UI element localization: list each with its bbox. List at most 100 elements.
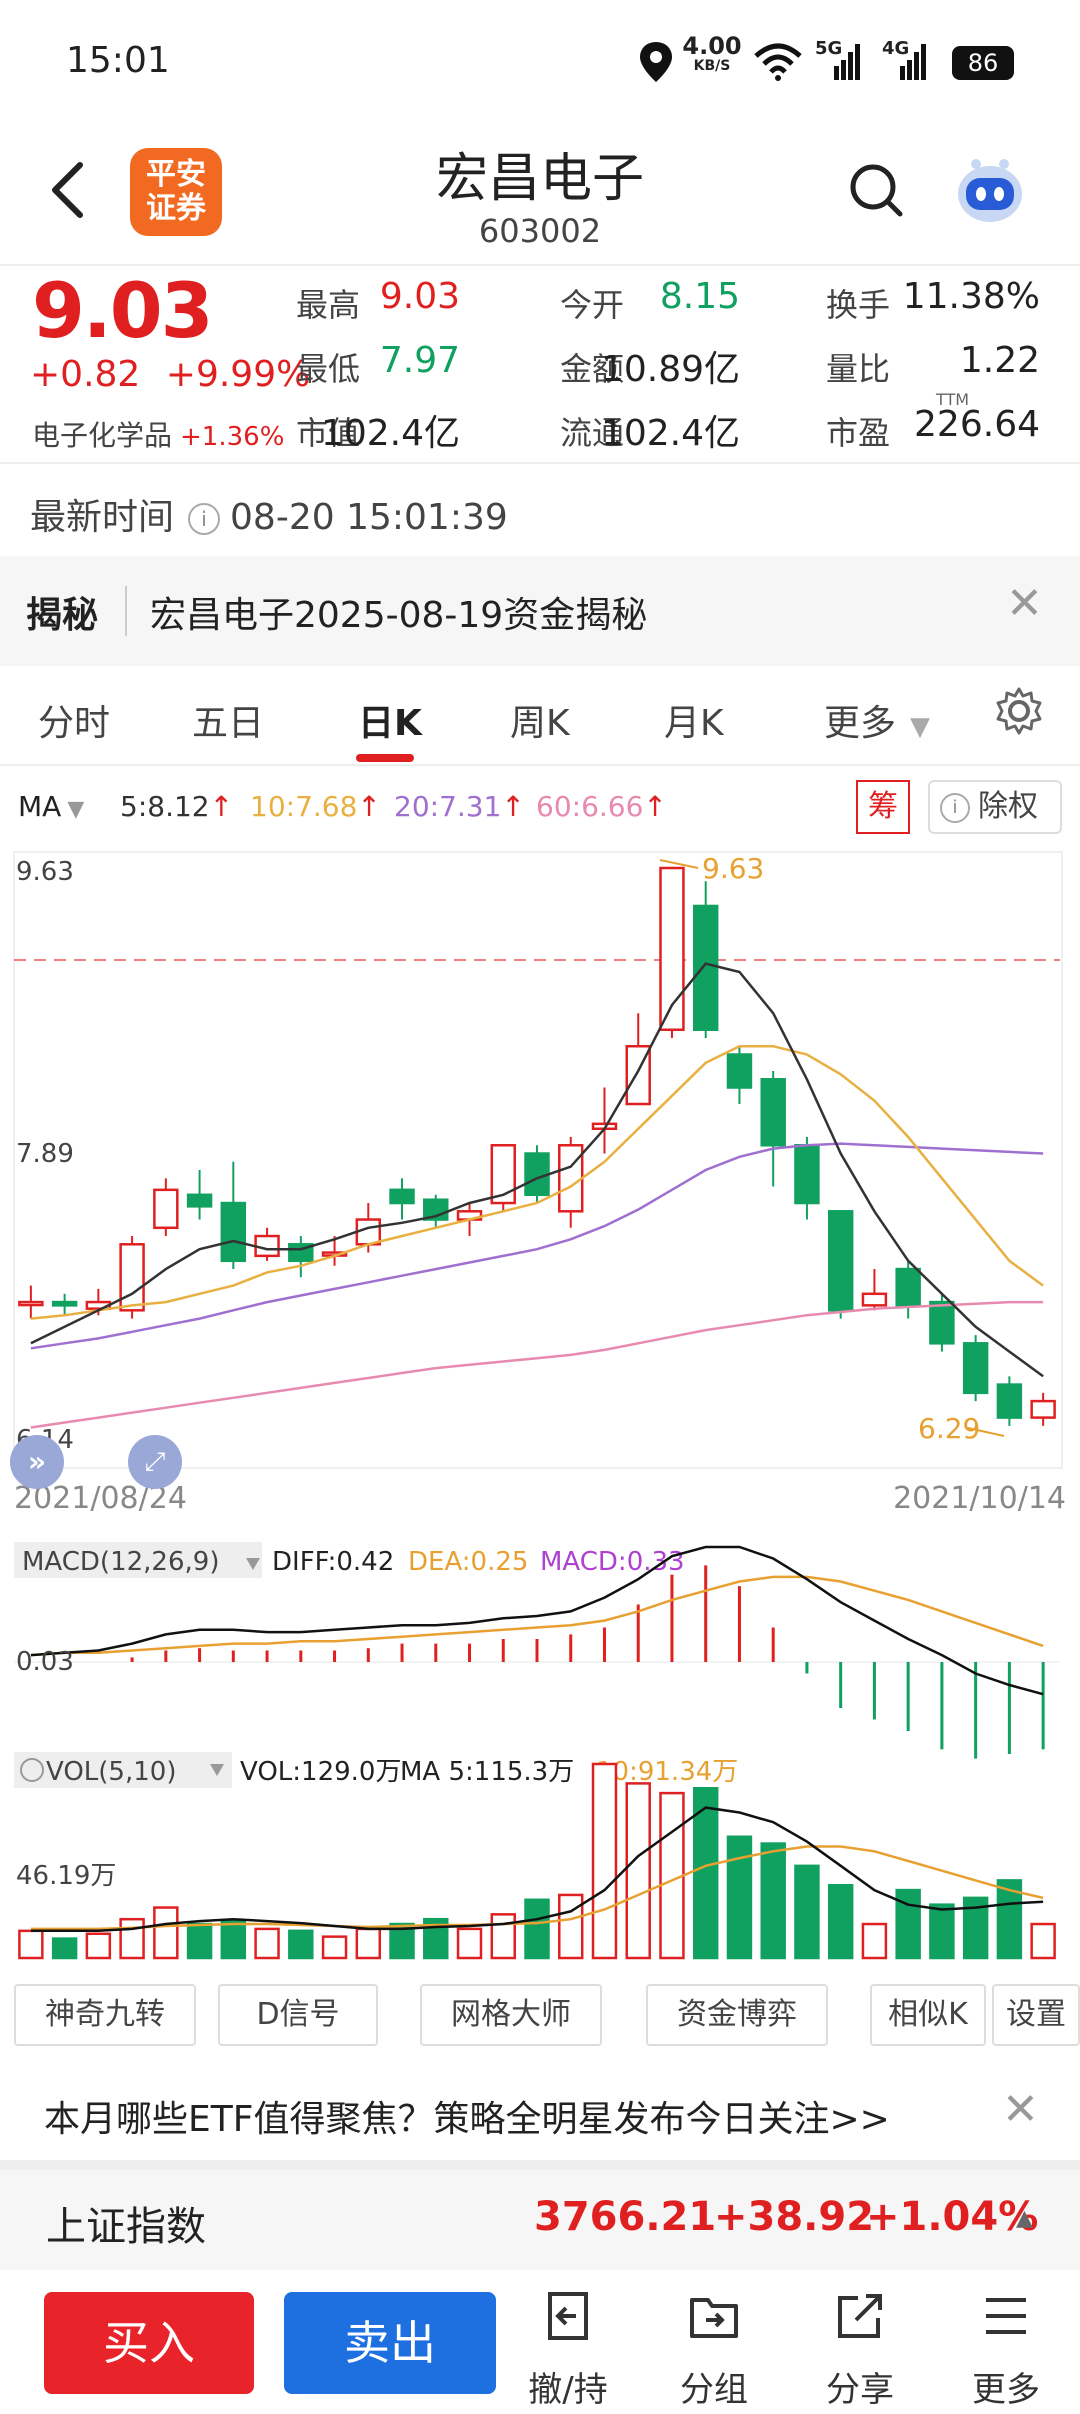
volume-bar [524,1898,550,1960]
stock-name: 宏昌电子 [435,149,644,209]
volume-bar [558,1893,584,1960]
battery-icon: 86 [952,46,1014,80]
chart-tabs: 分时 五日 日K 周K 月K 更多 ▼ [0,666,1080,766]
ma5-text: 5:8.12 [120,790,210,823]
more-button[interactable]: 更多 [956,2288,1056,2411]
ma10-text: 10:7.68 [250,790,358,823]
share-button[interactable]: 分享 [810,2288,910,2411]
volume-bar [760,1842,786,1960]
kline-chart[interactable]: 9.637.896.149.636.292021/08/242021/10/14… [0,836,1080,1976]
quote-value: 226.64 [914,404,1040,445]
volume-bar [254,1927,280,1960]
tab-daily-k[interactable]: 日K [358,694,422,746]
candle-body [254,1234,280,1258]
y-axis-max: 9.63 [16,857,74,887]
candle-body [558,1144,584,1213]
candle-body [692,904,719,1031]
macd-diff: DIFF:0.42 [272,1547,394,1577]
volume-bar [490,1913,516,1960]
volume-bar [153,1906,179,1960]
reveal-text: 宏昌电子2025-08-19资金揭秘 [150,595,648,636]
feature-d-signal[interactable]: D信号 [218,1984,378,2046]
sell-button[interactable]: 卖出 [284,2292,496,2394]
quote-value: 102.4亿 [320,413,460,454]
volume-bar [220,1919,247,1960]
quote-value: 7.97 [379,340,460,381]
expand-left-icon[interactable]: » [10,1435,64,1489]
y-axis-mid: 7.89 [16,1139,74,1169]
candle-body [726,1053,753,1089]
gear-icon[interactable] [994,686,1044,736]
exright-button[interactable]: i 除权 [928,780,1062,834]
feature-similar-k[interactable]: 相似K [870,1984,986,2046]
volume-bar [625,1782,651,1960]
close-icon[interactable]: ✕ [1002,2084,1039,2135]
chevron-down-icon: ▼ [67,797,85,822]
feature-nine-turn[interactable]: 神奇九转 [14,1984,196,2046]
status-time: 15:01 [66,40,170,81]
active-tab-indicator [356,754,414,762]
cancel-hold-button[interactable]: 撤/持 [518,2288,618,2411]
candle-body [1030,1399,1056,1419]
signal-5g-icon [834,44,860,80]
net-speed-value: 4.00 [682,32,742,60]
chip-button[interactable]: 筹 [856,780,910,834]
tab-intraday[interactable]: 分时 [38,694,110,746]
ai-robot-icon[interactable] [950,152,1030,228]
arrow-up-icon: ↑ [501,790,525,823]
signal-4g-icon [900,44,926,80]
cancel-hold-label: 撤/持 [528,2370,608,2410]
candle-body [389,1188,415,1205]
tab-five-day[interactable]: 五日 [192,694,264,746]
index-percent: +1.04% [866,2194,1039,2240]
wifi-icon [754,43,802,81]
arrow-up-icon: ↑ [357,790,381,823]
index-bar[interactable]: 上证指数 3766.21 +38.92 +1.04% ▲ [0,2170,1080,2270]
volume-bar [456,1927,483,1960]
sector-tag[interactable]: 电子化学品 +1.36% [32,414,284,454]
volume-bar [321,1935,348,1960]
bottom-bar: 买入 卖出 撤/持 分组 分享 更多 [0,2270,1080,2414]
candle-body [524,1152,550,1197]
exright-label: 除权 [978,789,1038,824]
folder-icon [690,2298,738,2338]
search-icon[interactable] [846,160,906,222]
candle-body [827,1210,854,1312]
vol-ma5: MA 5:115.3万 [400,1757,574,1787]
group-button[interactable]: 分组 [664,2288,764,2411]
tabs-divider [0,764,1080,766]
buy-button[interactable]: 买入 [44,2292,254,2394]
feature-grid-master[interactable]: 网格大师 [420,1984,602,2046]
macd-label: MACD(12,26,9) [22,1547,219,1577]
net-speed: 4.00 KB/S [682,32,742,76]
feature-settings[interactable]: 设置 [992,1984,1080,2046]
quote-value: 9.03 [379,276,460,317]
volume-bar [1030,1922,1056,1960]
fullscreen-icon[interactable]: ⤢ [128,1435,182,1489]
volume-bar [726,1835,753,1960]
chevron-up-icon[interactable]: ▲ [1016,2206,1033,2231]
ma5-value: 5:8.12↑ [120,790,233,823]
update-timestamp: 08-20 15:01:39 [230,497,508,538]
ma-selector[interactable]: MA ▼ [18,790,84,823]
candle-body [861,1292,888,1307]
tab-monthly-k[interactable]: 月K [664,694,724,746]
volume-bar [186,1922,213,1960]
volume-bar [591,1762,618,1960]
volume-bar [827,1884,854,1960]
info-icon[interactable]: i [188,503,221,535]
stock-code: 603002 [478,212,602,250]
battery-level: 86 [967,49,999,77]
index-change: +38.92 [714,2194,875,2240]
chevron-down-icon: ▼ [910,712,931,742]
tab-more[interactable]: 更多 ▼ [824,694,930,746]
fund-reveal-banner[interactable]: 揭秘 宏昌电子2025-08-19资金揭秘 ✕ [0,556,1080,666]
promo-banner[interactable]: 本月哪些ETF值得聚焦？策略全明星发布今日关注>> ✕ [0,2070,1080,2160]
more-label: 更多 [972,2370,1040,2410]
tab-weekly-k[interactable]: 周K [510,694,570,746]
location-icon [640,42,672,82]
feature-fund-game[interactable]: 资金博弈 [646,1984,828,2046]
volume-bar [794,1864,820,1960]
quote-value: 1.22 [959,340,1040,381]
close-icon[interactable]: ✕ [1006,578,1043,629]
